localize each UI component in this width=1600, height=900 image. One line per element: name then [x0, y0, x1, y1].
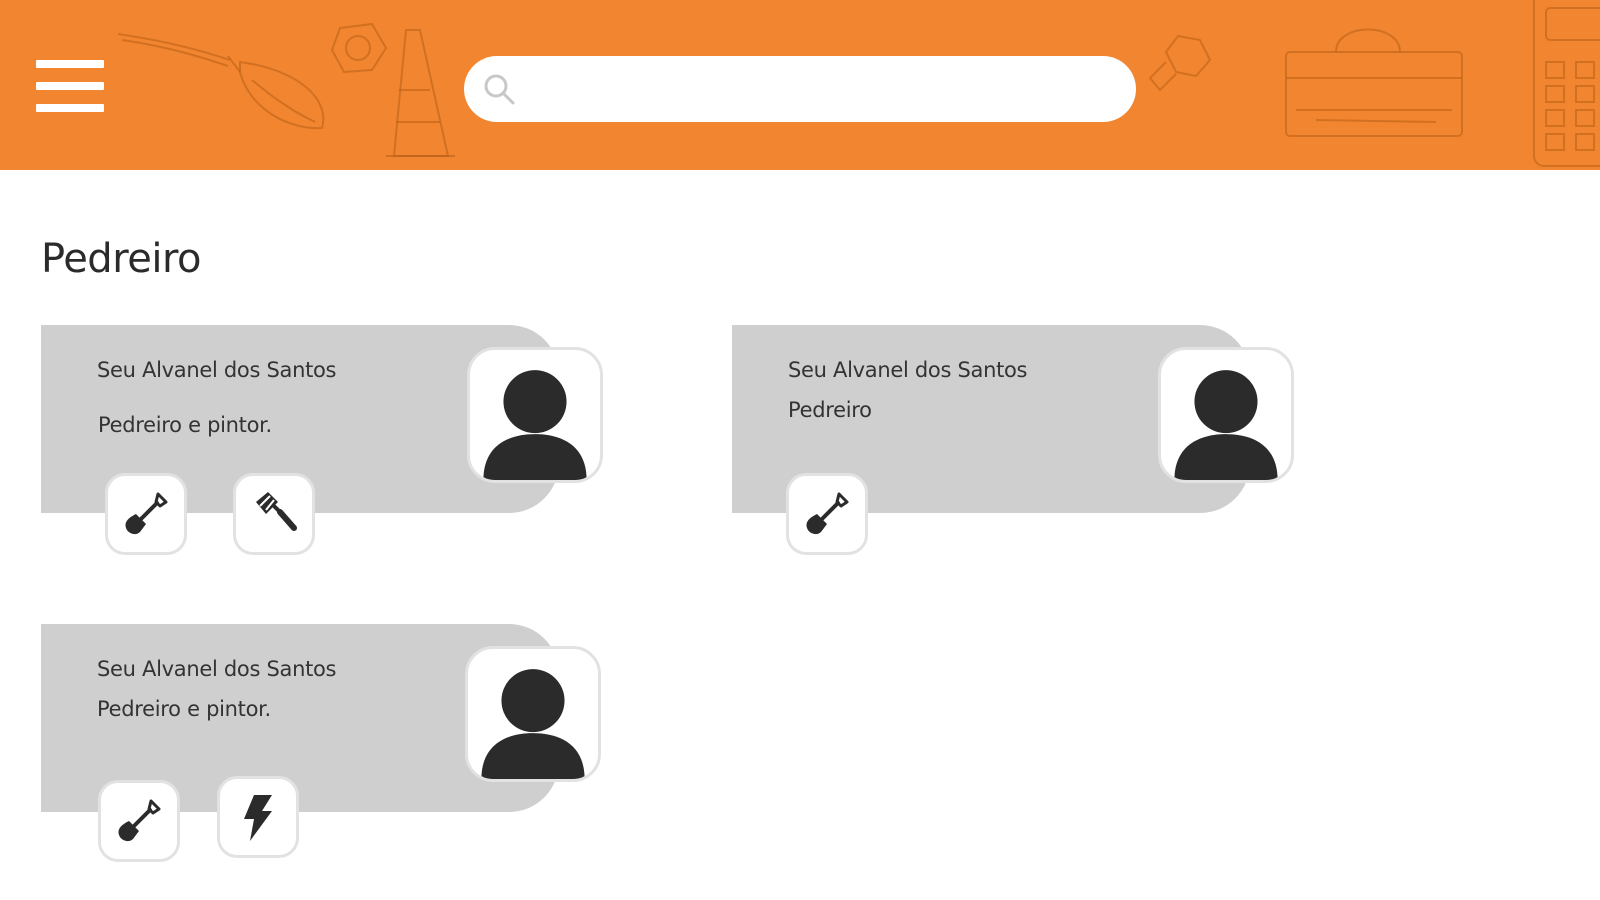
- bolt-nut-icon: [1148, 34, 1212, 92]
- menu-line: [36, 104, 104, 112]
- service-badge-shovel[interactable]: [98, 780, 180, 862]
- calculator-icon: [1533, 0, 1600, 167]
- hex-nut-icon: [330, 22, 388, 74]
- user-avatar-icon: [1174, 370, 1278, 480]
- professional-description: Pedreiro: [788, 398, 872, 422]
- professional-description: Pedreiro e pintor.: [98, 413, 272, 437]
- paint-roller-icon: [256, 492, 297, 531]
- professional-name: Seu Alvanel dos Santos: [97, 657, 337, 681]
- professional-name: Seu Alvanel dos Santos: [97, 358, 337, 382]
- paintbrush-icon: [117, 33, 325, 130]
- service-badge-shovel[interactable]: [786, 473, 868, 555]
- shovel-icon: [806, 492, 849, 535]
- traffic-cone-icon: [386, 29, 455, 157]
- page-title: Pedreiro: [41, 236, 202, 282]
- search-icon[interactable]: [482, 72, 516, 106]
- service-badge-paint-roller[interactable]: [233, 473, 315, 555]
- user-avatar-icon[interactable]: [467, 347, 603, 483]
- user-avatar-icon[interactable]: [1158, 347, 1294, 483]
- toolbox-icon: [1285, 28, 1463, 137]
- search-input[interactable]: [528, 66, 1112, 114]
- user-avatar-icon[interactable]: [465, 646, 601, 782]
- service-badge-shovel[interactable]: [105, 473, 187, 555]
- shovel-icon: [125, 492, 168, 535]
- shovel-icon: [118, 799, 161, 842]
- search-bar[interactable]: [464, 56, 1136, 122]
- lightning-icon: [244, 795, 272, 841]
- user-avatar-icon: [481, 669, 585, 779]
- menu-line: [36, 82, 104, 90]
- professional-name: Seu Alvanel dos Santos: [788, 358, 1028, 382]
- user-avatar-icon: [483, 370, 587, 480]
- hamburger-menu-icon[interactable]: [36, 60, 104, 112]
- service-badge-electrician[interactable]: [217, 776, 299, 858]
- professional-card[interactable]: Seu Alvanel dos Santos Pedreiro e pintor…: [41, 325, 611, 565]
- menu-line: [36, 60, 104, 68]
- professional-card[interactable]: Seu Alvanel dos Santos Pedreiro: [732, 325, 1302, 565]
- app-header: [0, 0, 1600, 170]
- professional-description: Pedreiro e pintor.: [97, 697, 271, 721]
- professional-card[interactable]: Seu Alvanel dos Santos Pedreiro e pintor…: [41, 624, 611, 864]
